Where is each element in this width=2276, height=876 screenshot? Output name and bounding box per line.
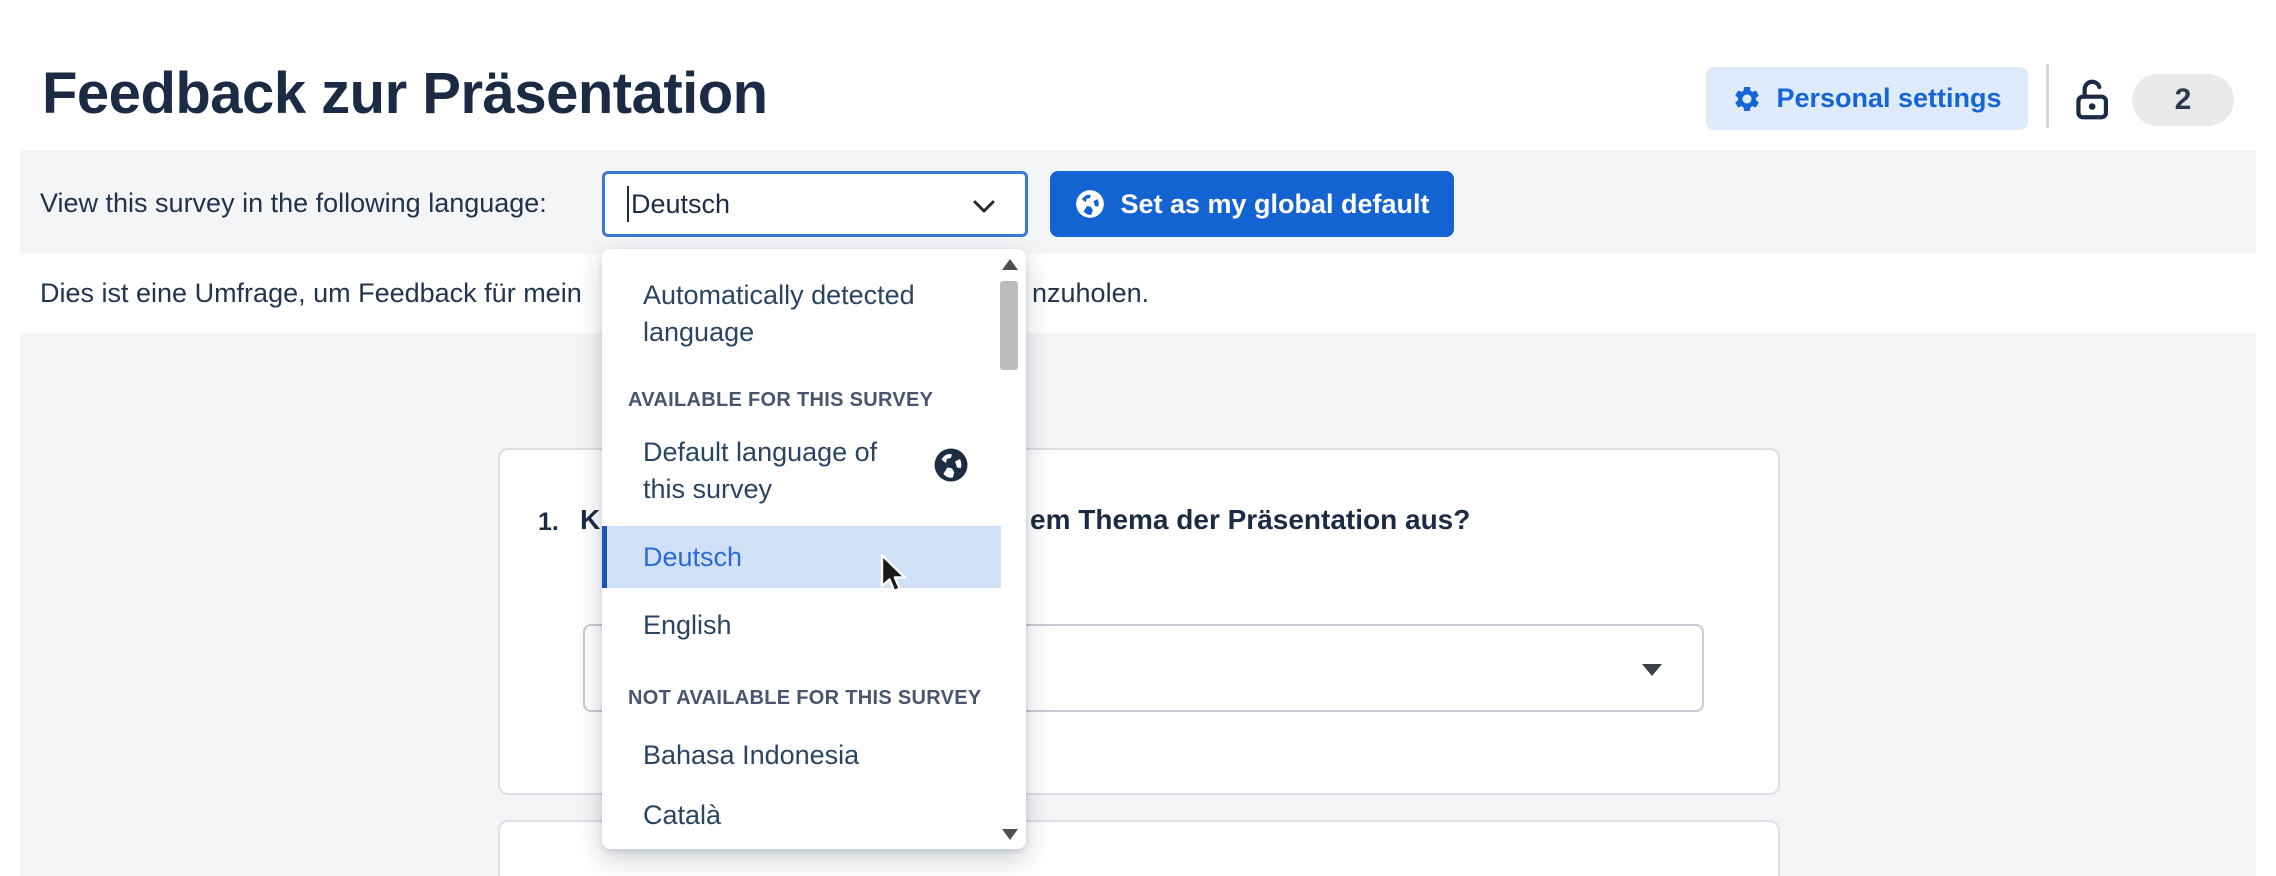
mouse-cursor xyxy=(876,552,912,596)
gear-icon xyxy=(1732,84,1762,114)
scrollbar-thumb[interactable] xyxy=(1000,281,1018,370)
globe-icon xyxy=(1074,188,1106,220)
language-select-value: Deutsch xyxy=(631,189,730,220)
survey-description-left: Dies ist eine Umfrage, um Feedback für m… xyxy=(40,278,582,309)
personal-settings-button[interactable]: Personal settings xyxy=(1706,67,2028,130)
dropdown-scrollbar[interactable] xyxy=(1000,249,1022,849)
question-number: 1. xyxy=(538,508,559,537)
dropdown-group-available: AVAILABLE FOR THIS SURVEY xyxy=(628,389,933,412)
set-global-default-label: Set as my global default xyxy=(1120,189,1429,220)
language-dropdown-panel: Automatically detected language AVAILABL… xyxy=(602,249,1026,849)
chevron-down-icon xyxy=(973,200,995,214)
page-title: Feedback zur Präsentation xyxy=(42,60,768,127)
caret-down-icon xyxy=(1642,664,1662,676)
question-text-right: em Thema der Präsentation aus? xyxy=(1030,504,1470,536)
question-text-left: K xyxy=(580,504,600,536)
count-badge-value: 2 xyxy=(2175,83,2192,117)
dropdown-option-auto-detect[interactable]: Automatically detected language xyxy=(643,277,973,351)
survey-description-right: nzuholen. xyxy=(1032,278,1149,309)
dropdown-group-not-available: NOT AVAILABLE FOR THIS SURVEY xyxy=(628,687,982,710)
unlock-icon xyxy=(2070,76,2114,124)
personal-settings-label: Personal settings xyxy=(1776,83,2001,114)
language-bar-label: View this survey in the following langua… xyxy=(40,188,547,219)
survey-page: Feedback zur Präsentation Personal setti… xyxy=(0,0,2276,876)
language-select[interactable]: Deutsch xyxy=(602,171,1028,237)
set-global-default-button[interactable]: Set as my global default xyxy=(1050,171,1454,237)
header-divider xyxy=(2046,64,2049,128)
dropdown-option-english[interactable]: English xyxy=(643,607,732,644)
dropdown-option-deutsch-selected[interactable]: Deutsch xyxy=(602,526,1001,588)
dropdown-option-bahasa-indonesia[interactable]: Bahasa Indonesia xyxy=(643,737,859,774)
scroll-down-arrow-icon[interactable] xyxy=(1002,829,1018,840)
text-cursor xyxy=(627,186,629,222)
count-badge: 2 xyxy=(2132,74,2234,126)
dropdown-option-default-language[interactable]: Default language of this survey xyxy=(643,434,923,508)
globe-icon xyxy=(932,446,970,484)
dropdown-option-label: Deutsch xyxy=(643,542,742,573)
dropdown-option-catala[interactable]: Català xyxy=(643,797,721,834)
scroll-up-arrow-icon[interactable] xyxy=(1002,259,1018,270)
